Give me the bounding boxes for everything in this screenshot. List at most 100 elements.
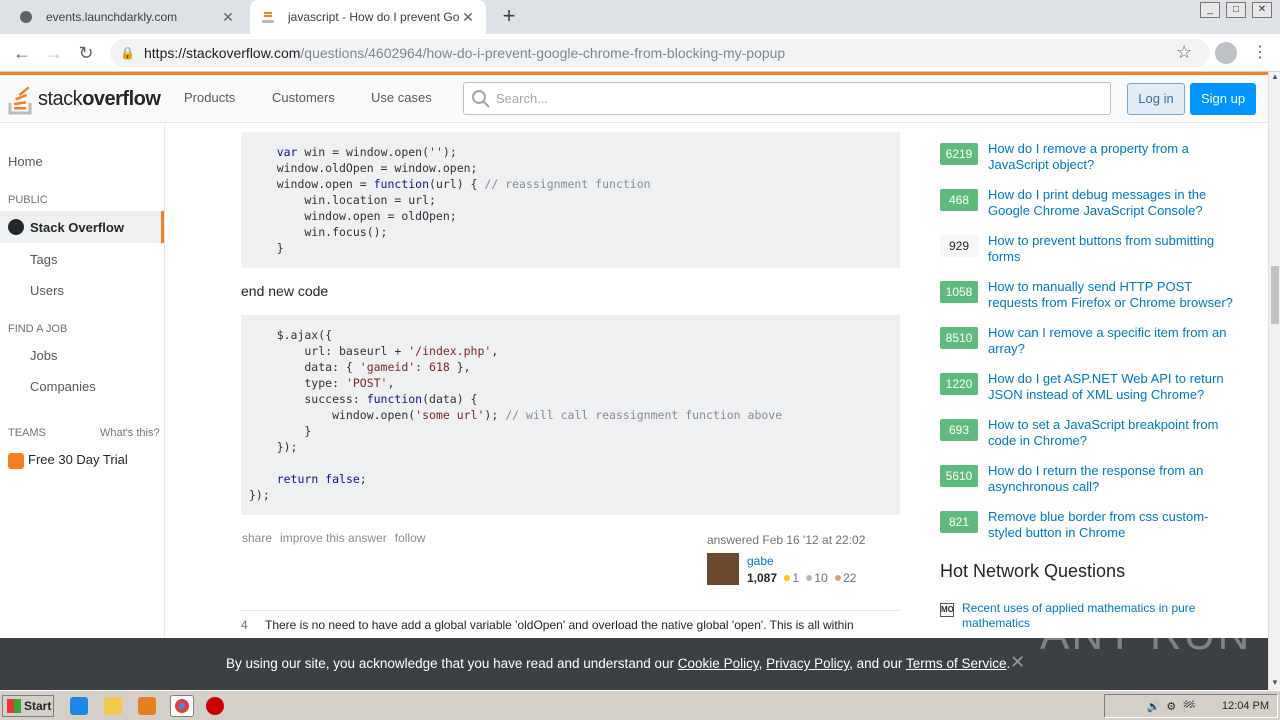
close-tab-icon[interactable]: ✕ [460,9,476,26]
related-link[interactable]: How to manually send HTTP POST requests … [988,279,1238,311]
briefcase-icon [8,452,24,469]
antivirus-icon[interactable] [206,697,224,715]
code-block-ajax: $.ajax({ url: baseurl + '/index.php', da… [241,315,900,515]
chrome-taskbar-icon[interactable] [170,695,194,717]
back-icon[interactable]: ← [11,42,33,64]
related-score: 821 [940,511,978,533]
bookmark-star-icon[interactable]: ☆ [1176,42,1192,63]
related-item: 6219 How do I remove a property from a Ja… [940,141,1240,181]
share-link[interactable]: share [242,531,272,545]
nav-tags[interactable]: Tags [30,252,57,267]
browser-toolbar: ← → ↻ 🔒 https://stackoverflow.com/questi… [0,34,1280,72]
window-controls: _ □ ✕ [1200,2,1272,18]
nav-customers[interactable]: Customers [272,90,335,105]
new-tab-icon[interactable]: + [498,5,520,28]
scroll-down-icon[interactable]: ▼ [1269,678,1280,690]
gold-badge-icon [784,575,791,581]
nav-products[interactable]: Products [184,90,235,105]
related-item: 693 How to set a JavaScript breakpoint fr… [940,417,1240,457]
menu-kebab-icon[interactable]: ⋮ [1252,42,1268,62]
related-item: 8510 How can I remove a specific item fro… [940,325,1240,365]
system-tray: 🔊⚙🏁 12:04 PM [1104,694,1278,718]
related-item: 1220 How do I get ASP.NET Web API to retu… [940,371,1240,411]
profile-avatar-icon[interactable] [1215,42,1237,64]
related-link[interactable]: Remove blue border from css custom-style… [988,509,1238,541]
privacy-policy-link[interactable]: Privacy Policy [766,656,849,671]
answer-divider [241,610,900,611]
close-window-icon[interactable]: ✕ [1252,2,1272,18]
user-reputation: 1,087 1 10 22 [747,571,856,585]
login-button[interactable]: Log in [1127,83,1185,115]
nav-use-cases[interactable]: Use cases [371,90,432,105]
answer-score: 4 [241,618,248,632]
related-link[interactable]: How to prevent buttons from submitting f… [988,233,1238,265]
reload-icon[interactable]: ↻ [75,42,97,64]
whats-this-link[interactable]: What's this? [100,427,160,439]
tray-icons: 🔊⚙🏁 [1146,700,1202,713]
user-name-link[interactable]: gabe [747,554,774,568]
avatar[interactable] [707,553,739,585]
related-link[interactable]: How do I return the response from an asy… [988,463,1238,495]
related-item: 821 Remove blue border from css custom-st… [940,509,1240,549]
related-link[interactable]: How to set a JavaScript breakpoint from … [988,417,1238,449]
nav-stackoverflow[interactable]: Stack Overflow [0,211,164,243]
nav-home[interactable]: Home [8,154,43,169]
related-link[interactable]: How do I remove a property from a JavaSc… [988,141,1238,173]
related-score: 8510 [940,327,978,349]
folder-icon[interactable] [104,697,122,715]
nav-free-trial[interactable]: Free 30 Day Trial [8,452,128,469]
stackoverflow-logo-icon [8,86,32,115]
code-block-reassignment: var win = window.open(''); window.oldOpe… [241,132,900,268]
page-scrollbar[interactable]: ▲ ▼ [1268,72,1280,690]
start-label: Start [24,699,52,713]
hot-network-title: Hot Network Questions [940,561,1126,581]
related-score: 5610 [940,465,978,487]
forward-icon[interactable]: → [43,42,65,64]
maximize-icon[interactable]: □ [1226,2,1246,18]
nav-stackoverflow-label: Stack Overflow [30,219,124,235]
related-item: 1058 How to manually send HTTP POST reque… [940,279,1240,319]
globe-icon [18,9,34,25]
address-bar[interactable]: 🔒 https://stackoverflow.com/questions/46… [110,39,1210,67]
cookie-text-and: , and our [849,656,906,671]
cookie-policy-link[interactable]: Cookie Policy [678,656,759,671]
browser-tabstrip: events.launchdarkly.com ✕ javascript - H… [0,0,1280,34]
lock-icon: 🔒 [120,46,135,60]
silver-badge-icon [806,575,813,581]
browser-tab-launchdarkly[interactable]: events.launchdarkly.com ✕ [8,0,246,34]
globe-icon [8,219,24,235]
media-player-icon[interactable] [138,697,156,715]
close-icon[interactable]: ✕ [1010,652,1025,673]
nav-jobs[interactable]: Jobs [30,348,57,363]
related-link[interactable]: How do I print debug messages in the Goo… [988,187,1238,219]
browser-tab-stackoverflow[interactable]: javascript - How do I prevent Google Chr… [250,0,486,34]
end-new-code-text: end new code [241,283,329,299]
url-host: https://stackoverflow.com [144,45,301,61]
nav-section-public: PUBLIC [8,194,48,206]
close-tab-icon[interactable]: ✕ [220,9,236,26]
ie-icon[interactable] [70,697,88,715]
clock: 12:04 PM [1221,700,1269,712]
improve-answer-link[interactable]: improve this answer [280,531,387,545]
answer-text: There is no need to have add a global va… [265,618,854,632]
cookie-text: By using our site, you acknowledge that … [226,656,678,671]
scroll-up-icon[interactable]: ▲ [1269,72,1280,84]
nav-companies[interactable]: Companies [30,379,96,394]
related-link[interactable]: How can I remove a specific item from an… [988,325,1238,357]
related-score: 1220 [940,373,978,395]
scrollbar-thumb[interactable] [1271,266,1279,324]
so-header: stackoverflow Products Customers Use cas… [0,75,1268,123]
post-menu: share improve this answer follow [242,531,425,545]
signup-button[interactable]: Sign up [1190,83,1256,115]
search-input[interactable]: Search... [463,82,1111,115]
terms-link[interactable]: Terms of Service [906,656,1007,671]
stackoverflow-logo[interactable]: stackoverflow [8,83,161,115]
related-score: 693 [940,419,978,441]
related-link[interactable]: How do I get ASP.NET Web API to return J… [988,371,1238,403]
nav-users[interactable]: Users [30,283,64,298]
follow-link[interactable]: follow [395,531,426,545]
reputation-score: 1,087 [747,571,778,585]
minimize-icon[interactable]: _ [1200,2,1220,18]
start-button[interactable]: Start [2,695,54,717]
tab-title: events.launchdarkly.com [46,10,178,24]
